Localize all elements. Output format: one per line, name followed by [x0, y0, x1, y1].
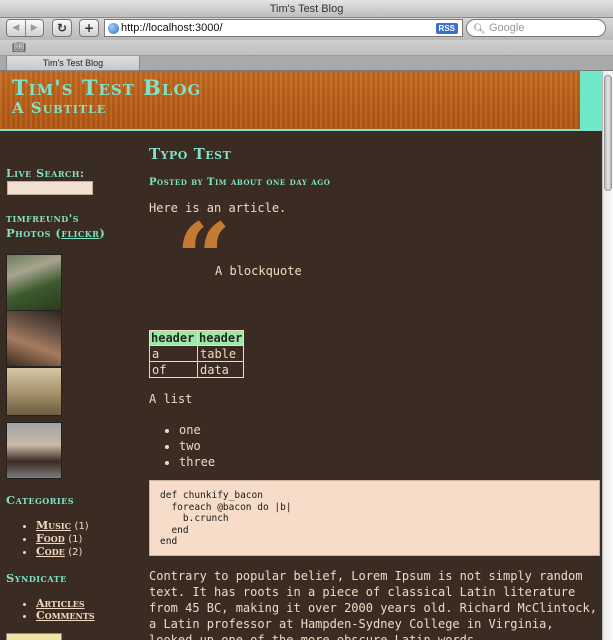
list-label: A list	[149, 392, 193, 406]
window-title: Tim's Test Blog	[0, 0, 613, 18]
list-item: one	[179, 422, 215, 438]
table-cell: of	[149, 361, 198, 378]
bookmarks-book-icon[interactable]: 📖︎	[12, 41, 26, 54]
web-page: Tim's Test Blog A Subtitle Live Search: …	[0, 71, 602, 640]
syndicate-heading: Syndicate	[6, 571, 67, 585]
category-item-code: Code (2)	[36, 546, 89, 559]
table-row: of data	[149, 361, 245, 378]
back-forward-buttons[interactable]: ◀ ▶	[6, 19, 44, 37]
table-header-cell: header	[196, 330, 245, 346]
address-bar[interactable]: http://localhost:3000/ RSS	[104, 19, 463, 37]
blockquote-mark-icon: “	[176, 202, 232, 315]
page-scrollbar[interactable]	[602, 71, 613, 640]
reload-button[interactable]: ↻	[52, 19, 72, 37]
photos-heading-line2: Photos (flickr)	[6, 226, 106, 240]
flickr-photo-3[interactable]	[6, 367, 62, 416]
globe-icon	[108, 23, 119, 34]
category-link-music[interactable]: Music	[36, 519, 71, 532]
categories-list: Music (1) Food (1) Code (2)	[22, 520, 89, 559]
bookmarks-bar: 📖︎	[0, 40, 613, 56]
category-link-food[interactable]: Food	[36, 532, 65, 545]
post-list: one two three	[163, 422, 215, 470]
search-icon: 🔍︎	[473, 24, 486, 35]
syndicate-item-comments: Comments	[36, 610, 95, 622]
table-row: a table	[149, 345, 245, 362]
live-search-label: Live Search:	[6, 167, 85, 180]
forward-icon[interactable]: ▶	[26, 20, 44, 36]
browser-toolbar: ◀ ▶ ↻ + http://localhost:3000/ RSS 🔍︎ Go…	[0, 18, 613, 40]
table-header-cell: header	[149, 330, 198, 346]
flickr-photo-2[interactable]	[6, 310, 62, 367]
add-bookmark-button[interactable]: +	[79, 19, 99, 37]
table-cell: a	[149, 345, 198, 362]
back-icon[interactable]: ◀	[7, 20, 26, 36]
photos-heading: timfreund's	[6, 211, 79, 225]
rss-button[interactable]: RSS	[435, 23, 458, 34]
post-table: header header a table of data	[149, 330, 245, 378]
header-accent-bar	[580, 71, 602, 129]
post-paragraph: Contrary to popular belief, Lorem Ipsum …	[149, 569, 597, 640]
blog-subtitle: A Subtitle	[12, 99, 107, 117]
tab-bar: Tim's Test Blog	[0, 56, 613, 71]
search-placeholder: Google	[489, 22, 525, 34]
list-item: three	[179, 454, 215, 470]
address-text[interactable]: http://localhost:3000/	[121, 22, 223, 34]
blockquote-text: A blockquote	[215, 264, 302, 278]
search-input[interactable]: 🔍︎ Google	[466, 19, 606, 37]
live-search-input[interactable]	[7, 181, 93, 195]
flickr-photo-4[interactable]	[6, 422, 62, 479]
post-meta: Posted by Tim about one day ago	[149, 177, 331, 188]
list-item: two	[179, 438, 215, 454]
table-header-row: header header	[149, 330, 245, 346]
flickr-photo-1[interactable]	[6, 254, 62, 311]
syndicate-link-comments[interactable]: Comments	[36, 609, 95, 622]
tab-tims-test-blog[interactable]: Tim's Test Blog	[6, 56, 140, 71]
category-link-code[interactable]: Code	[36, 545, 65, 558]
blog-title[interactable]: Tim's Test Blog	[12, 75, 201, 100]
code-block: def chunkify_bacon foreach @bacon do |b|…	[149, 480, 600, 556]
scrollbar-thumb[interactable]	[604, 75, 612, 191]
photos-heading-photos: Photos	[6, 226, 51, 240]
category-count: (1)	[74, 521, 89, 532]
category-count: (1)	[68, 534, 83, 545]
post-title[interactable]: Typo Test	[149, 145, 231, 163]
flickr-link[interactable]: flickr	[61, 226, 99, 240]
photos-heading-user: timfreund's	[6, 211, 80, 225]
syndicate-list: Articles Comments	[22, 598, 95, 622]
table-cell: data	[196, 361, 245, 378]
category-count: (2)	[68, 547, 83, 558]
powered-badge-icon[interactable]	[6, 633, 62, 640]
blog-header: Tim's Test Blog A Subtitle	[0, 71, 602, 131]
categories-heading: Categories	[6, 493, 75, 507]
table-cell: table	[196, 345, 245, 362]
